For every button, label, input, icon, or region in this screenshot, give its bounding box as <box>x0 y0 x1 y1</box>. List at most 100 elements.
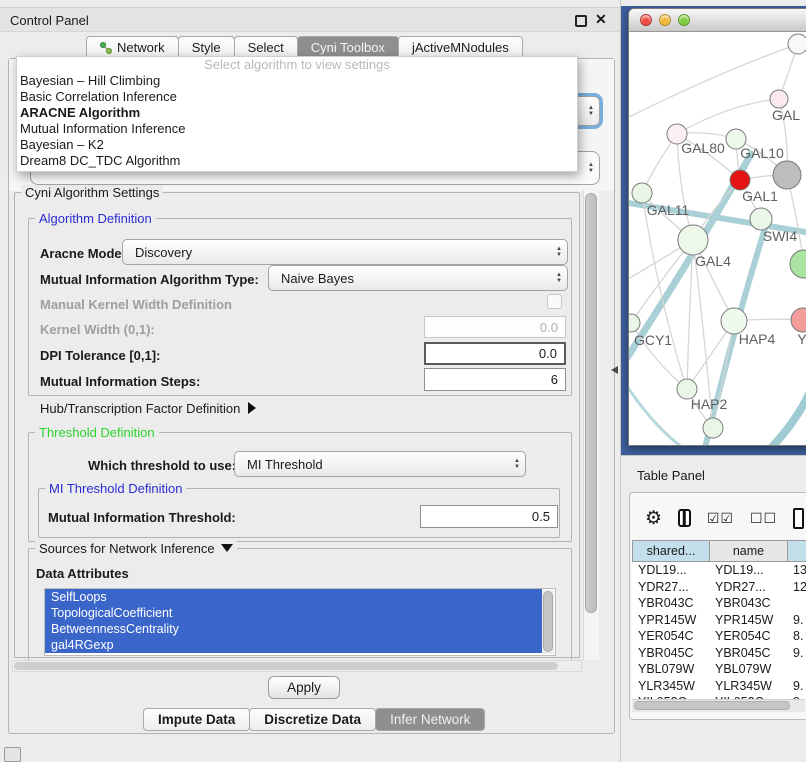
attribute-item-topologicalcoefficient[interactable]: TopologicalCoefficient <box>45 605 542 621</box>
network-node-gal11[interactable] <box>632 183 652 203</box>
tab-network[interactable]: Network <box>86 36 179 58</box>
split-handle-icon[interactable] <box>611 366 618 374</box>
scrollbar-thumb[interactable] <box>634 701 790 710</box>
algorithm-option-dream8-dc-tdc-algorithm[interactable]: Dream8 DC_TDC Algorithm <box>17 153 577 169</box>
table-cell: YBL079W <box>709 661 787 678</box>
close-traffic-light[interactable] <box>640 14 652 26</box>
stepper-icon: ▲▼ <box>514 458 520 470</box>
attribute-item-gal4rgexp[interactable]: gal4RGexp <box>45 637 542 653</box>
minimize-traffic-light[interactable] <box>659 14 671 26</box>
network-view-window[interactable]: GALGAL80GAL10GAL1GAL11SWI4GAL4YGCY1HAP4H… <box>628 8 806 446</box>
table-row[interactable]: YBL079WYBL079W <box>632 661 806 678</box>
table-cell: YBR045C <box>709 645 787 662</box>
tab-select[interactable]: Select <box>234 36 298 58</box>
network-edge[interactable] <box>631 240 693 323</box>
table-row[interactable]: YBR043CYBR043C <box>632 595 806 612</box>
tab-impute-data[interactable]: Impute Data <box>143 708 250 731</box>
network-node-gal1[interactable] <box>730 170 750 190</box>
table-cell: YLR345W <box>632 678 709 695</box>
algorithm-option-basic-correlation-inference[interactable]: Basic Correlation Inference <box>17 89 577 105</box>
data-attributes-list[interactable]: SelfLoopsTopologicalCoefficientBetweenne… <box>44 588 556 656</box>
mi-steps-field[interactable]: 6 <box>424 368 566 391</box>
control-panel-titlebar: Control Panel ✕ <box>0 7 620 32</box>
manual-kernel-label: Manual Kernel Width Definition <box>40 297 232 312</box>
tab-cyni-toolbox[interactable]: Cyni Toolbox <box>297 36 399 58</box>
column-header-a[interactable]: A <box>787 540 806 562</box>
network-node[interactable] <box>790 250 806 278</box>
which-threshold-combo[interactable]: MI Threshold ▲▼ <box>234 451 526 477</box>
collapsed-panel-icon[interactable] <box>4 747 21 762</box>
network-node-swi4[interactable] <box>750 208 772 230</box>
dpi-tolerance-field[interactable]: 0.0 <box>424 342 566 365</box>
kernel-width-field[interactable]: 0.0 <box>424 316 566 338</box>
network-node-y[interactable] <box>791 308 806 332</box>
table-cell: YDR27... <box>709 579 787 596</box>
network-node-gcy1[interactable] <box>629 314 640 332</box>
attribute-item-betweennesscentrality[interactable]: BetweennessCentrality <box>45 621 542 637</box>
window-titlebar[interactable] <box>629 9 806 32</box>
float-window-icon[interactable] <box>575 15 587 27</box>
node-label-gcy1: GCY1 <box>634 332 672 348</box>
table-cell: YDL19... <box>632 562 709 579</box>
column-header-name[interactable]: name <box>709 540 788 562</box>
network-edge[interactable] <box>629 380 683 446</box>
node-table: shared...nameA YDL19...YDL19...13YDR27..… <box>632 540 806 700</box>
mi-threshold-field[interactable]: 0.5 <box>420 505 558 528</box>
kernel-width-label: Kernel Width (0,1): <box>40 322 155 337</box>
group-title: Cyni Algorithm Settings <box>21 185 163 200</box>
tab-style[interactable]: Style <box>178 36 235 58</box>
algorithm-option-aracne-algorithm[interactable]: ARACNE Algorithm <box>17 105 577 121</box>
control-panel-tabs: NetworkStyleSelectCyni Toolbox jActiveMNo… <box>86 36 522 58</box>
table-cell: YLR345W <box>709 678 787 695</box>
close-icon[interactable]: ✕ <box>595 11 607 28</box>
table-row[interactable]: YER054CYER054C8. <box>632 628 806 645</box>
group-title: MI Threshold Definition <box>45 481 186 496</box>
table-row[interactable]: YDL19...YDL19...13 <box>632 562 806 579</box>
list-scrollbar[interactable] <box>542 590 554 654</box>
mi-type-combo[interactable]: Naive Bayes ▲▼ <box>268 265 568 291</box>
table-cell: YBR043C <box>709 595 787 612</box>
group-title: Algorithm Definition <box>35 211 156 226</box>
hub-definition-toggle[interactable]: Hub/Transcription Factor Definition <box>40 401 256 416</box>
network-edge[interactable] <box>771 368 806 446</box>
aracne-mode-combo[interactable]: Discovery ▲▼ <box>122 239 568 265</box>
scrollbar-thumb[interactable] <box>14 662 558 670</box>
apply-button[interactable]: Apply <box>268 676 340 699</box>
network-edge[interactable] <box>642 193 687 389</box>
mi-type-value: Naive Bayes <box>281 271 354 286</box>
scrollbar-thumb[interactable] <box>585 193 597 613</box>
table-toolbar: ⚙ ☑☑ ☐☐ <box>631 500 804 536</box>
tab-label: jActiveMNodules <box>412 40 509 55</box>
zoom-traffic-light[interactable] <box>678 14 690 26</box>
tab-infer-network[interactable]: Infer Network <box>375 708 485 731</box>
select-all-checks-icon[interactable]: ☑☑ <box>707 510 734 527</box>
gear-icon[interactable]: ⚙ <box>645 509 662 528</box>
table-row[interactable]: YBR045CYBR045C9. <box>632 645 806 662</box>
column-header-shared[interactable]: shared... <box>632 540 710 562</box>
table-row[interactable]: YPR145WYPR145W9. <box>632 612 806 629</box>
expanded-arrow-icon[interactable] <box>221 544 233 552</box>
document-icon[interactable] <box>793 508 804 529</box>
node-label-swi4: SWI4 <box>763 228 797 244</box>
network-node[interactable] <box>703 418 723 438</box>
algorithm-option-bayesian-k2[interactable]: Bayesian – K2 <box>17 137 577 153</box>
tab-jactivemnodules[interactable]: jActiveMNodules <box>398 36 523 58</box>
table-row[interactable]: YLR345WYLR345W9. <box>632 678 806 695</box>
node-label-gal1: GAL1 <box>742 188 778 204</box>
scrollbar-thumb[interactable] <box>543 591 553 652</box>
aracne-mode-value: Discovery <box>135 245 192 260</box>
table-row[interactable]: YDR27...YDR27...12 <box>632 579 806 596</box>
deselect-all-checks-icon[interactable]: ☐☐ <box>750 510 777 527</box>
manual-kernel-checkbox[interactable] <box>547 294 562 309</box>
network-edge[interactable] <box>677 99 779 134</box>
network-node-gal[interactable] <box>770 90 788 108</box>
network-node-gal4[interactable] <box>678 225 708 255</box>
tab-discretize-data[interactable]: Discretize Data <box>249 708 376 731</box>
algorithm-option-mutual-information-inference[interactable]: Mutual Information Inference <box>17 121 577 137</box>
network-node[interactable] <box>773 161 801 189</box>
algorithm-option-bayesian-hill-climbing[interactable]: Bayesian – Hill Climbing <box>17 73 577 89</box>
split-view-icon[interactable] <box>678 509 691 527</box>
network-canvas[interactable]: GALGAL80GAL10GAL1GAL11SWI4GAL4YGCY1HAP4H… <box>629 32 806 446</box>
attribute-item-selfloops[interactable]: SelfLoops <box>45 589 542 605</box>
network-node[interactable] <box>788 34 806 54</box>
